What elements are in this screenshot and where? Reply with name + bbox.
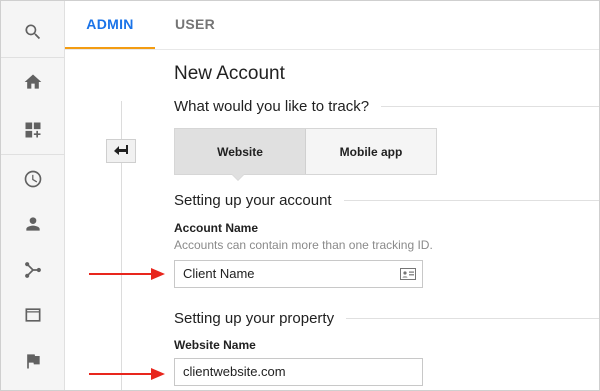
tab-user[interactable]: USER	[175, 1, 215, 47]
account-section-heading: Setting up your account	[174, 192, 599, 209]
website-name-label: Website Name	[174, 338, 256, 352]
section-divider	[343, 200, 599, 201]
account-name-value: Client Name	[183, 266, 255, 281]
ga-admin-window: ADMIN USER New Account What would you li…	[0, 0, 600, 391]
left-nav-rail	[1, 1, 65, 390]
section-divider	[346, 318, 599, 319]
track-question: What would you like to track?	[174, 98, 370, 115]
account-name-field[interactable]: Client Name	[174, 260, 423, 288]
option-mobile-app[interactable]: Mobile app	[306, 129, 436, 174]
track-type-selector: Website Mobile app	[174, 128, 437, 175]
top-tabs: ADMIN USER	[65, 1, 599, 50]
clock-icon[interactable]	[1, 155, 64, 203]
back-button[interactable]	[106, 139, 136, 163]
annotation-arrow-account	[89, 268, 165, 280]
property-section-title: Setting up your property	[174, 310, 335, 327]
contact-card-icon[interactable]	[400, 268, 416, 280]
annotation-arrow-website	[89, 368, 165, 380]
share-icon[interactable]	[1, 246, 64, 294]
section-divider	[381, 106, 599, 107]
track-section-heading: What would you like to track?	[174, 98, 599, 115]
account-name-help: Accounts can contain more than one track…	[174, 238, 433, 252]
browser-window-icon[interactable]	[1, 291, 64, 339]
selected-caret-fill	[232, 174, 244, 180]
page-title: New Account	[174, 63, 285, 84]
account-section-title: Setting up your account	[174, 192, 332, 209]
flag-icon[interactable]	[1, 337, 64, 385]
website-name-field[interactable]: clientwebsite.com	[174, 358, 423, 386]
home-icon[interactable]	[1, 58, 64, 106]
option-website[interactable]: Website	[175, 129, 306, 174]
dashboard-add-icon[interactable]	[1, 106, 64, 154]
tab-admin[interactable]: ADMIN	[65, 1, 155, 49]
search-icon[interactable]	[1, 8, 64, 56]
website-name-value: clientwebsite.com	[183, 364, 286, 379]
property-section-heading: Setting up your property	[174, 310, 599, 327]
person-icon[interactable]	[1, 200, 64, 248]
back-arrow-icon	[114, 145, 128, 155]
account-name-label: Account Name	[174, 221, 259, 235]
